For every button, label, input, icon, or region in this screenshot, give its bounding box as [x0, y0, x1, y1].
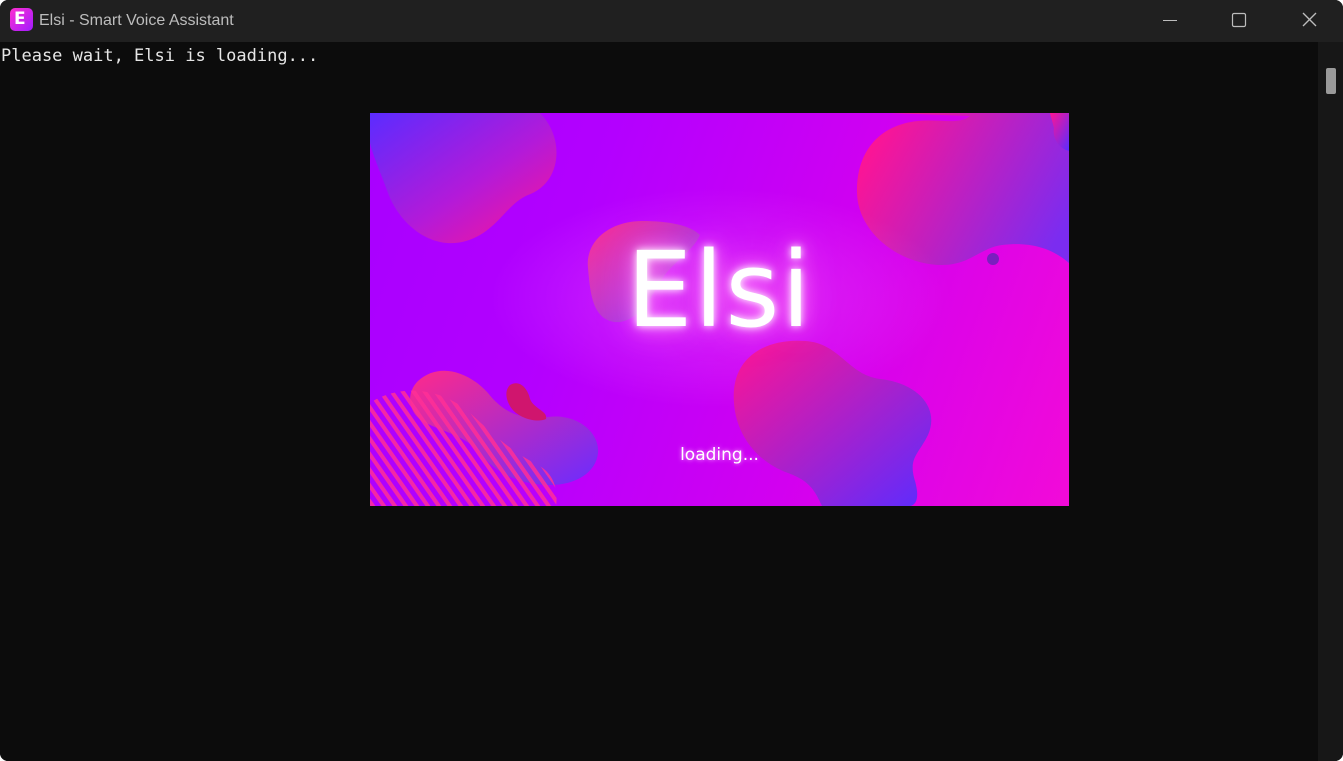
window-title: Elsi - Smart Voice Assistant [39, 12, 234, 29]
minimize-button[interactable] [1135, 0, 1205, 42]
title-bar[interactable]: E Elsi - Smart Voice Assistant [0, 0, 1343, 42]
scrollbar-thumb[interactable] [1326, 68, 1336, 94]
splash-loading-text: loading... [680, 445, 759, 465]
console-loading-message: Please wait, Elsi is loading... [1, 46, 319, 66]
close-button[interactable] [1274, 0, 1343, 42]
close-icon [1302, 12, 1317, 27]
maximize-icon [1231, 12, 1247, 28]
blob-bottom-center [733, 340, 932, 506]
app-icon-letter: E [14, 9, 26, 29]
console-window: E Elsi - Smart Voice Assistant Please wa… [0, 0, 1343, 761]
splash-brand-title: Elsi [626, 229, 813, 351]
blob-top-left [370, 113, 557, 244]
vertical-scrollbar[interactable] [1318, 42, 1343, 761]
minimize-icon [1163, 20, 1177, 21]
elsi-app-icon[interactable]: E [10, 8, 33, 31]
splash-screen: Elsi loading... [370, 113, 1069, 506]
maximize-button[interactable] [1204, 0, 1274, 42]
